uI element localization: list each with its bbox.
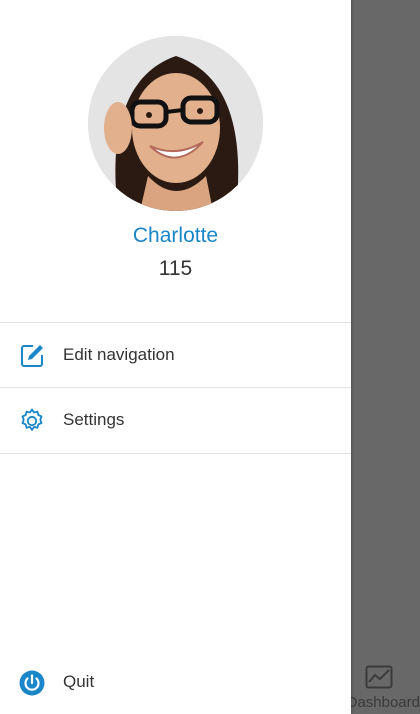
gear-icon	[21, 408, 43, 431]
profile-points: 115	[158, 257, 193, 280]
tab-dashboard-label: Dashboard	[346, 694, 420, 711]
tab-dashboard[interactable]: Dashboard	[345, 662, 420, 714]
menu-item-label: Edit navigation	[63, 345, 175, 364]
menu-item-label: Settings	[63, 410, 125, 429]
navigation-drawer: Charlotte 115 Edit navigation Settings Q…	[0, 0, 351, 714]
chart-icon	[365, 665, 393, 689]
avatar[interactable]	[88, 36, 263, 211]
menu-item-edit-navigation[interactable]: Edit navigation	[0, 323, 351, 387]
edit-icon	[21, 345, 43, 367]
menu-item-quit[interactable]: Quit	[0, 650, 351, 714]
profile-photo	[88, 36, 263, 211]
menu-item-settings[interactable]: Settings	[0, 388, 351, 452]
profile-name[interactable]: Charlotte	[0, 224, 351, 248]
divider	[0, 453, 351, 454]
menu-item-label: Quit	[63, 672, 95, 691]
power-icon	[19, 670, 45, 696]
